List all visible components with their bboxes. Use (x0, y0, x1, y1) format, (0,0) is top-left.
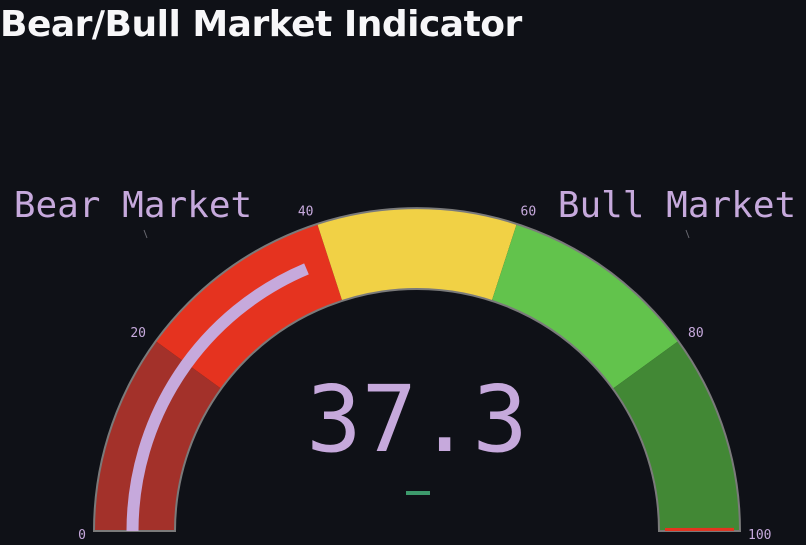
gauge-tick-label: 40 (298, 204, 314, 219)
gauge-chart: 0 20 40 60 80 100 Bear Market Bull Market 37.… (14, 185, 796, 543)
gauge-value: 37.3 (306, 366, 528, 473)
gauge-band-3 (317, 208, 517, 301)
delta-indicator (406, 491, 430, 495)
gauge-tick-label: 20 (130, 326, 146, 341)
bull-market-label: Bull Market (558, 185, 796, 226)
gauge-tick-label: 80 (688, 326, 704, 341)
gauge-tick-label: 0 (78, 528, 86, 543)
bear-market-pointer (143, 229, 148, 239)
gauge-tick-label: 100 (748, 528, 771, 543)
gauge-tick-label: 60 (521, 204, 537, 219)
bear-market-label: Bear Market (14, 185, 252, 226)
bull-market-pointer (685, 229, 690, 239)
